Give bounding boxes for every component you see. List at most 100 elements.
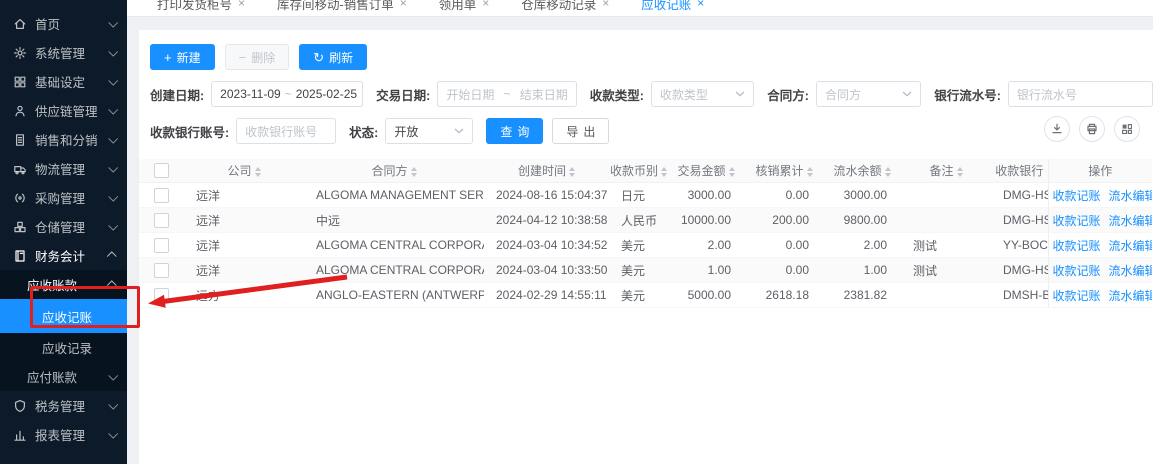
column-header-remark[interactable]: 备注 — [901, 159, 991, 183]
printer-icon[interactable] — [1079, 116, 1105, 142]
cell-party: ALGOMA CENTRAL CORPORATION — [304, 233, 484, 258]
sidebar-item-tax-mgmt[interactable]: 税务管理 — [0, 391, 127, 420]
status-select[interactable]: 开放 — [385, 118, 473, 144]
sidebar-item-system-mgmt[interactable]: 系统管理 — [0, 38, 127, 67]
sidebar-item-receivables[interactable]: 应收账款 — [0, 270, 127, 299]
checkbox[interactable] — [154, 238, 169, 253]
sidebar-item-payables[interactable]: 应付账款 — [0, 362, 127, 391]
cell-balance: 9800.00 — [823, 208, 901, 233]
delete-button[interactable]: − 删除 — [225, 44, 290, 70]
sidebar-item-receivable-records[interactable]: 应收记录 — [0, 333, 127, 362]
sidebar-item-procurement[interactable]: 采购管理 — [0, 183, 127, 212]
flow-edit-link[interactable]: 流水编辑 — [1105, 214, 1152, 228]
sort-caret-icon[interactable] — [411, 167, 417, 177]
create-date-label: 创建日期: — [150, 85, 204, 104]
sort-caret-icon[interactable] — [255, 167, 261, 177]
close-icon[interactable]: × — [482, 0, 489, 10]
tab-2[interactable]: 库存间移动-销售订单× — [261, 0, 423, 15]
cell-party: 中远 — [304, 208, 484, 233]
cell-written_off: 0.00 — [745, 258, 823, 283]
shield-icon — [13, 399, 27, 413]
sidebar-item-sales-distribution[interactable]: 销售和分销 — [0, 125, 127, 154]
cell-balance: 2381.82 — [823, 283, 901, 308]
cell-bank: DMSH-BC — [991, 283, 1048, 308]
cell-bank: DMG-HSB — [991, 183, 1048, 208]
sort-caret-icon[interactable] — [885, 167, 891, 177]
layout-icon[interactable] — [1114, 116, 1140, 142]
tab-1[interactable]: 打印发货柜号× — [141, 0, 261, 15]
download-icon[interactable] — [1044, 116, 1070, 142]
checkbox[interactable] — [154, 188, 169, 203]
sort-caret-icon[interactable] — [661, 167, 667, 177]
payment-type-select[interactable]: 收款类型 — [651, 81, 754, 107]
column-header-company[interactable]: 公司 — [184, 159, 304, 183]
cell-created: 2024-04-12 10:38:58 — [484, 208, 609, 233]
bank-flow-input[interactable]: 银行流水号 — [1008, 81, 1153, 107]
tab-4[interactable]: 仓库移动记录 × — [505, 0, 625, 15]
close-icon[interactable]: × — [697, 0, 704, 10]
sidebar-item-finance-accounting[interactable]: 财务会计 — [0, 241, 127, 270]
sidebar-item-report-mgmt[interactable]: 报表管理 — [0, 420, 127, 449]
cell-remark — [901, 183, 991, 208]
sort-caret-icon[interactable] — [957, 167, 963, 177]
sidebar-item-logistics[interactable]: 物流管理 — [0, 154, 127, 183]
contract-party-label: 合同方: — [767, 85, 809, 104]
flow-edit-link[interactable]: 流水编辑 — [1105, 189, 1152, 203]
sort-caret-icon[interactable] — [569, 167, 575, 177]
close-icon[interactable]: × — [238, 0, 245, 10]
column-header-created[interactable]: 创建时间 — [484, 159, 609, 183]
tab-3[interactable]: 领用单× — [423, 0, 506, 15]
export-button[interactable]: 导出 — [552, 118, 609, 144]
checkbox[interactable] — [154, 288, 169, 303]
row-checkbox-cell — [139, 258, 184, 283]
tab-label: 仓库移动记录 — [521, 0, 596, 13]
booking-link[interactable]: 收款记账 — [1049, 239, 1105, 253]
cell-remark: 测试 — [901, 233, 991, 258]
bank-account-input[interactable]: 收款银行账号 — [236, 118, 336, 144]
cell-company: 远洋 — [184, 208, 304, 233]
new-button[interactable]: + 新建 — [150, 44, 215, 70]
column-header-currency[interactable]: 收款币别 — [609, 159, 667, 183]
booking-link[interactable]: 收款记账 — [1049, 264, 1105, 278]
contract-party-select[interactable]: 合同方 — [816, 81, 921, 107]
create-date-range-input[interactable]: 2023-11-09 ~ 2025-02-25 — [211, 81, 363, 107]
checkbox[interactable] — [154, 213, 169, 228]
booking-link[interactable]: 收款记账 — [1049, 289, 1105, 303]
close-icon[interactable]: × — [400, 0, 407, 10]
sort-caret-icon[interactable] — [807, 167, 813, 177]
tab-bar: 打印发货柜号×库存间移动-销售订单×领用单×仓库移动记录×应收记账× — [127, 0, 1153, 17]
status-label: 状态: — [349, 122, 378, 141]
refresh-button[interactable]: ↻ 刷新 — [299, 44, 367, 70]
sidebar-item-supply-chain[interactable]: 供应链管理 — [0, 96, 127, 125]
bank-flow-placeholder: 银行流水号 — [1017, 86, 1077, 103]
sidebar-item-basic-settings[interactable]: 基础设定 — [0, 67, 127, 96]
chevron-down-icon — [108, 163, 118, 173]
sidebar-item-warehouse[interactable]: 仓储管理 — [0, 212, 127, 241]
flow-edit-link[interactable]: 流水编辑 — [1105, 239, 1152, 253]
cell-created: 2024-03-04 10:34:52 — [484, 233, 609, 258]
column-header-written_off[interactable]: 核销累计 — [745, 159, 823, 183]
column-header-party[interactable]: 合同方 — [304, 159, 484, 183]
trade-date-range-input[interactable]: 开始日期 ~ 结束日期 — [437, 81, 576, 107]
table-row: 远洋ALGOMA MANAGEMENT SERVICES2024-08-16 1… — [139, 183, 1152, 208]
cell-amount: 2.00 — [667, 233, 745, 258]
column-header-op: 操作 — [1048, 159, 1152, 183]
flow-edit-link[interactable]: 流水编辑 — [1105, 289, 1152, 303]
tab-5[interactable]: 应收记账× — [625, 0, 720, 15]
column-header-amount[interactable]: 交易金额 — [667, 159, 745, 183]
checkbox[interactable] — [154, 163, 169, 178]
sidebar-item-home[interactable]: 首页 — [0, 9, 127, 38]
select-all-checkbox[interactable] — [139, 159, 184, 183]
column-header-balance[interactable]: 流水余额 — [823, 159, 901, 183]
booking-link[interactable]: 收款记账 — [1049, 189, 1105, 203]
cell-amount: 3000.00 — [667, 183, 745, 208]
row-checkbox-cell — [139, 283, 184, 308]
booking-link[interactable]: 收款记账 — [1049, 214, 1105, 228]
sort-caret-icon[interactable] — [729, 167, 735, 177]
close-icon[interactable]: × — [602, 0, 609, 10]
flow-edit-link[interactable]: 流水编辑 — [1105, 264, 1152, 278]
sidebar-item-receivable-booking[interactable]: 应收记账 — [0, 299, 127, 333]
sidebar-item-label: 应收账款 — [27, 275, 105, 294]
checkbox[interactable] — [154, 263, 169, 278]
search-button[interactable]: 查询 — [486, 118, 543, 144]
